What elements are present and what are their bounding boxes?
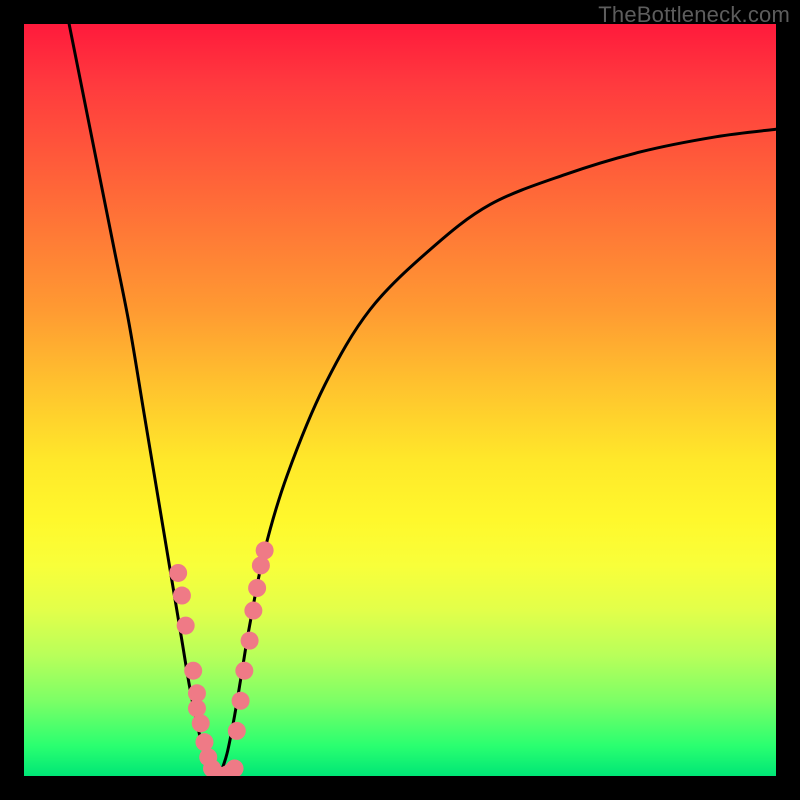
marker-dot — [232, 692, 250, 710]
marker-dot — [241, 632, 259, 650]
marker-dot — [192, 714, 210, 732]
marker-dot — [188, 699, 206, 717]
outer-frame: TheBottleneck.com — [0, 0, 800, 800]
series-right-branch — [220, 129, 776, 776]
marker-dot — [256, 541, 274, 559]
marker-dot — [177, 617, 195, 635]
marker-dot — [244, 602, 262, 620]
marker-dot — [248, 579, 266, 597]
marker-dot — [235, 662, 253, 680]
chart-svg — [24, 24, 776, 776]
plot-area — [24, 24, 776, 776]
marker-dot — [184, 662, 202, 680]
series-path-right-branch — [220, 129, 776, 776]
marker-dot — [228, 722, 246, 740]
marker-dot — [195, 733, 213, 751]
marker-dot — [173, 587, 191, 605]
marker-dot — [226, 759, 244, 776]
marker-dot — [169, 564, 187, 582]
marker-dot — [252, 556, 270, 574]
